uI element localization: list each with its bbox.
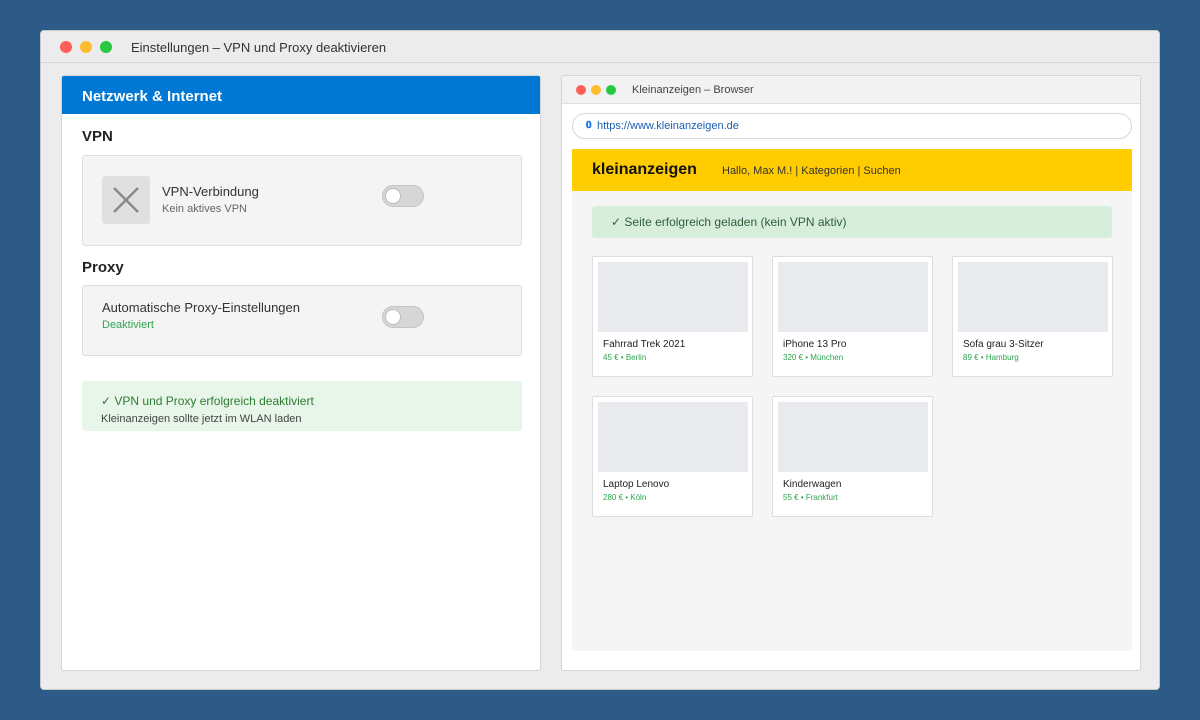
vpn-toggle[interactable]	[382, 185, 424, 207]
listing-meta: 320 € • München	[783, 353, 844, 362]
listing-card[interactable]: Fahrrad Trek 2021 45 € • Berlin	[592, 256, 753, 377]
window-title: Einstellungen – VPN und Proxy deaktivier…	[131, 40, 387, 55]
success-message: ✓ VPN und Proxy erfolgreich deaktiviert …	[82, 381, 522, 431]
listing-meta: 45 € • Berlin	[603, 353, 647, 362]
page-loaded-banner: ✓ Seite erfolgreich geladen (kein VPN ak…	[592, 206, 1112, 238]
listing-title: Kinderwagen	[783, 479, 842, 490]
browser-minimize-button[interactable]	[591, 85, 601, 95]
vpn-connection-title: VPN-Verbindung	[162, 184, 259, 199]
listing-card[interactable]: iPhone 13 Pro 320 € • München	[772, 256, 933, 377]
listing-meta: 55 € • Frankfurt	[783, 493, 838, 502]
address-bar[interactable]: 𝟎 https://www.kleinanzeigen.de	[572, 113, 1132, 139]
listing-card[interactable]: Kinderwagen 55 € • Frankfurt	[772, 396, 933, 517]
vpn-toggle-knob	[385, 188, 401, 204]
listing-title: Fahrrad Trek 2021	[603, 339, 686, 350]
proxy-auto-title: Automatische Proxy-Einstellungen	[102, 300, 300, 315]
site-logo[interactable]: kleinanzeigen	[592, 161, 697, 179]
listing-meta: 280 € • Köln	[603, 493, 647, 502]
browser-maximize-button[interactable]	[606, 85, 616, 95]
browser-close-button[interactable]	[576, 85, 586, 95]
settings-panel: Netzwerk & Internet VPN VPN-Verbindung K…	[61, 75, 541, 671]
listing-thumbnail	[598, 262, 748, 332]
settings-header: Netzwerk & Internet	[62, 76, 540, 114]
listing-thumbnail	[778, 262, 928, 332]
browser-title: Kleinanzeigen – Browser	[632, 84, 754, 96]
vpn-section-title: VPN	[82, 128, 113, 145]
address-url: https://www.kleinanzeigen.de	[597, 120, 739, 132]
browser-titlebar: Kleinanzeigen – Browser	[562, 76, 1140, 104]
close-button[interactable]	[60, 41, 72, 53]
proxy-toggle-knob	[385, 309, 401, 325]
listing-title: iPhone 13 Pro	[783, 339, 847, 350]
success-subtext: Kleinanzeigen sollte jetzt im WLAN laden	[101, 413, 302, 425]
listing-title: Sofa grau 3-Sitzer	[963, 339, 1044, 350]
page-loaded-text: ✓ Seite erfolgreich geladen (kein VPN ak…	[611, 215, 847, 229]
site-nav[interactable]: Hallo, Max M.! | Kategorien | Suchen	[722, 165, 901, 177]
listing-thumbnail	[778, 402, 928, 472]
minimize-button[interactable]	[80, 41, 92, 53]
lock-icon: 𝟎	[586, 120, 592, 131]
browser-window: Kleinanzeigen – Browser 𝟎 https://www.kl…	[561, 75, 1141, 671]
proxy-toggle[interactable]	[382, 306, 424, 328]
settings-window: Einstellungen – VPN und Proxy deaktivier…	[40, 30, 1160, 690]
window-titlebar: Einstellungen – VPN und Proxy deaktivier…	[41, 31, 1159, 63]
listing-meta: 89 € • Hamburg	[963, 353, 1019, 362]
listing-card[interactable]: Sofa grau 3-Sitzer 89 € • Hamburg	[952, 256, 1113, 377]
proxy-auto-status: Deaktiviert	[102, 319, 154, 331]
listing-card[interactable]: Laptop Lenovo 280 € • Köln	[592, 396, 753, 517]
proxy-section-title: Proxy	[82, 259, 124, 276]
vpn-disconnected-icon	[102, 176, 150, 224]
proxy-card: Automatische Proxy-Einstellungen Deaktiv…	[82, 285, 522, 356]
web-page: kleinanzeigen Hallo, Max M.! | Kategorie…	[572, 149, 1132, 651]
success-text: ✓ VPN und Proxy erfolgreich deaktiviert	[101, 394, 314, 408]
listing-thumbnail	[958, 262, 1108, 332]
site-header: kleinanzeigen Hallo, Max M.! | Kategorie…	[572, 149, 1132, 191]
listing-title: Laptop Lenovo	[603, 479, 670, 490]
maximize-button[interactable]	[100, 41, 112, 53]
listing-thumbnail	[598, 402, 748, 472]
vpn-card: VPN-Verbindung Kein aktives VPN	[82, 155, 522, 246]
vpn-connection-status: Kein aktives VPN	[162, 203, 247, 215]
